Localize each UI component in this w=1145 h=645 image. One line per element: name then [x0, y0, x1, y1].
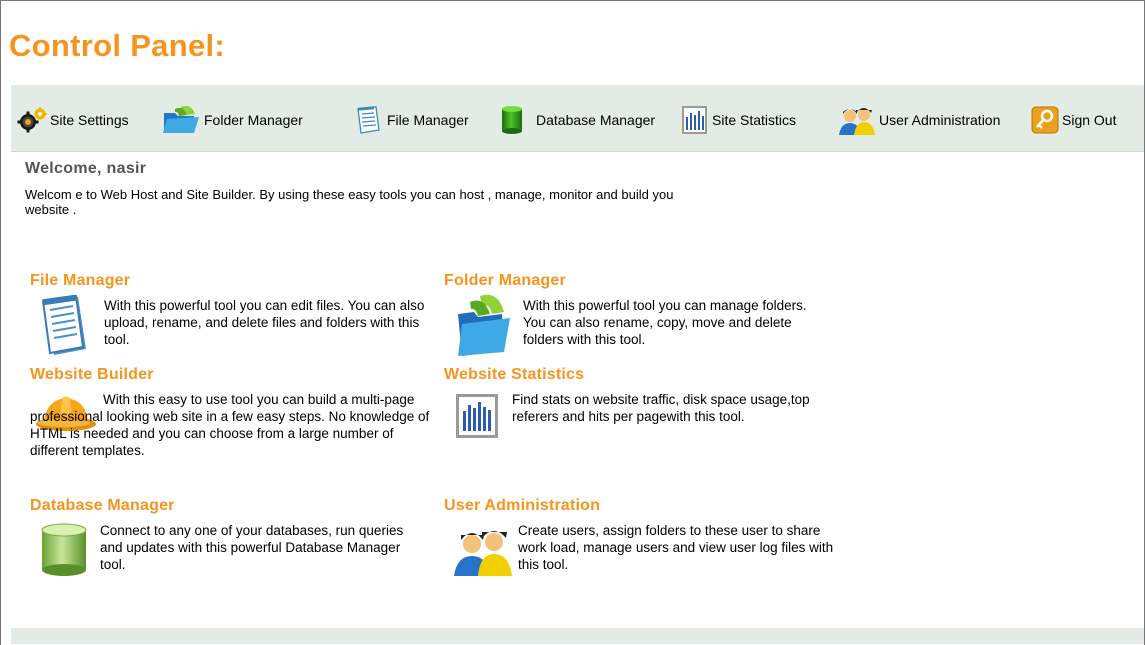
toolbar-sign-out-label: Sign Out — [1062, 112, 1117, 128]
section-website-builder-title[interactable]: Website Builder — [30, 366, 154, 384]
bar-chart-icon — [682, 106, 707, 134]
toolbar-database-manager-label: Database Manager — [536, 112, 656, 128]
document-icon — [41, 295, 86, 355]
toolbar-site-statistics[interactable]: Site Statistics — [681, 106, 797, 134]
toolbar-database-manager[interactable]: Database Manager — [499, 106, 656, 134]
bar-chart-icon — [456, 394, 498, 438]
section-website-statistics-title[interactable]: Website Statistics — [444, 366, 584, 384]
footer-bar — [11, 628, 1144, 644]
welcome-heading: Welcome, nasir — [25, 160, 147, 177]
gears-icon — [17, 107, 47, 133]
toolbar-file-manager[interactable]: File Manager — [354, 106, 469, 134]
toolbar-file-manager-label: File Manager — [387, 112, 469, 128]
folder-icon — [458, 294, 510, 356]
welcome-text: Welcom e to Web Host and Site Builder. B… — [25, 187, 674, 217]
section-database-manager-title[interactable]: Database Manager — [30, 497, 175, 515]
section-folder-manager-text: With this powerful tool you can manage f… — [523, 298, 807, 347]
key-icon — [1031, 106, 1059, 134]
main-toolbar: Site Settings Folder Manager File Manage… — [11, 85, 1144, 152]
toolbar-sign-out[interactable]: Sign Out — [1031, 106, 1117, 134]
section-folder-manager-title[interactable]: Folder Manager — [444, 272, 566, 290]
toolbar-user-administration-label: User Administration — [879, 112, 1001, 128]
toolbar-site-settings-label: Site Settings — [50, 112, 129, 128]
toolbar-user-administration[interactable]: User Administration — [838, 107, 1001, 135]
section-website-statistics-text: Find stats on website traffic, disk spac… — [512, 392, 810, 424]
database-icon — [502, 106, 522, 134]
toolbar-site-statistics-label: Site Statistics — [712, 112, 797, 128]
users-icon — [839, 108, 875, 135]
section-file-manager-text: With this powerful tool you can edit fil… — [104, 298, 425, 347]
page-title: Control Panel: — [9, 28, 226, 63]
section-website-builder-text: With this easy to use tool you can build… — [30, 392, 430, 458]
section-database-manager-text: Connect to any one of your databases, ru… — [100, 523, 404, 572]
toolbar-site-settings[interactable]: Site Settings — [17, 107, 129, 133]
section-user-administration-title[interactable]: User Administration — [444, 497, 600, 515]
users-icon — [454, 531, 512, 576]
folder-icon — [163, 105, 199, 133]
section-file-manager-title[interactable]: File Manager — [30, 272, 130, 290]
toolbar-folder-manager-label: Folder Manager — [204, 112, 303, 128]
section-user-administration-text: Create users, assign folders to these us… — [518, 523, 834, 572]
document-icon — [357, 106, 380, 134]
database-icon — [41, 523, 87, 576]
toolbar-folder-manager[interactable]: Folder Manager — [161, 105, 303, 133]
